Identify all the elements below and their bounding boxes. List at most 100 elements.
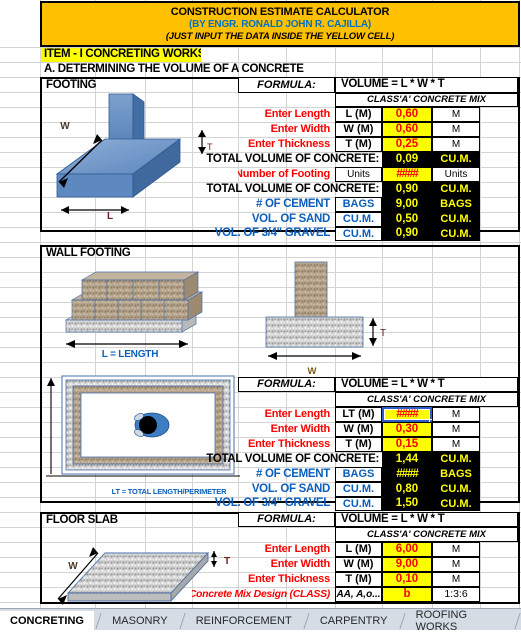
sheet-tab-reinforcement[interactable]: REINFORCEMENT <box>185 611 302 630</box>
sheet-tab-concreting[interactable]: CONCRETING <box>0 611 94 630</box>
footing-cement-unit: BAGS <box>432 197 480 212</box>
wall-footing-title: WALL FOOTING <box>46 247 131 259</box>
sheet-tab-roofing-works[interactable]: ROOFING WORKS <box>405 609 513 633</box>
wall-footing-cement-value: #### <box>382 467 432 482</box>
wall-footing-sand-symbol: CU.M. <box>335 482 382 497</box>
footing-total-volume-unit-2: CU.M. <box>432 182 480 197</box>
floor-slab-mix-ratio: 1:3:6 <box>432 587 480 602</box>
wall-footing-class-mix: CLASS'A' CONCRETE MIX <box>335 392 518 407</box>
footing-enter-width-label: Enter Width <box>270 123 331 135</box>
wall-footing-gravel-symbol: CU.M. <box>335 497 382 511</box>
wall-footing-width-input[interactable]: 0,30 <box>382 422 432 437</box>
wall-footing-thickness-unit: M <box>432 437 480 452</box>
footing-thickness-symbol: T (M) <box>335 137 382 152</box>
floor-slab-title: FLOOR SLAB <box>46 514 118 526</box>
tab-separator <box>94 611 102 630</box>
svg-text:T: T <box>207 142 213 152</box>
wall-footing-total-volume-label: TOTAL VOLUME OF CONCRETE: <box>206 452 379 465</box>
footing-gravel-label: VOL. OF 3/4" GRAVEL <box>214 227 331 240</box>
wall-footing-length-symbol: LT (M) <box>335 407 382 422</box>
floor-slab-mix-design-label: Concrete Mix Design (CLASS) <box>192 588 330 601</box>
tab-separator <box>513 611 521 630</box>
item-header: ITEM - I CONCRETING WORKS <box>41 48 201 62</box>
svg-text:T: T <box>380 328 386 339</box>
footing-length-input[interactable]: 0,60 <box>382 107 432 122</box>
wall-footing-thickness-input[interactable]: 0,15 <box>382 437 432 452</box>
floor-slab-enter-length-label: Enter Length <box>264 543 331 555</box>
tab-separator <box>302 611 310 630</box>
footing-total-volume-unit-1: CU.M. <box>432 152 480 167</box>
wall-footing-sand-label: VOL. OF SAND <box>251 482 330 495</box>
floor-slab-width-symbol: W (M) <box>335 557 382 572</box>
wall-footing-plan-vertical-dimension <box>44 374 58 478</box>
wall-footing-sand-value: 0,80 <box>382 482 432 497</box>
floor-slab-thickness-symbol: T (M) <box>335 572 382 587</box>
wall-footing-volume-formula: VOLUME = L * W * T <box>335 377 518 392</box>
footing-sand-unit: CU.M. <box>432 212 480 227</box>
sheet-tab-label: MASONRY <box>112 614 168 627</box>
wall-footing-length-input[interactable]: #### <box>382 407 432 422</box>
floor-slab-mix-classes: AA, A,o... <box>335 587 382 602</box>
wall-footing-gravel-unit: CU.M. <box>432 497 480 511</box>
floor-slab-mix-input[interactable]: b <box>382 587 432 602</box>
floor-slab-formula-label: FORMULA: <box>238 512 335 527</box>
wall-footing-total-volume-unit: CU.M. <box>432 452 480 467</box>
footing-sand-value: 0,50 <box>382 212 432 227</box>
wall-footing-enter-width-label: Enter Width <box>270 423 331 435</box>
chb-wall-isometric-drawing <box>62 268 212 340</box>
footing-total-volume-label-1: TOTAL VOLUME OF CONCRETE: <box>206 152 379 165</box>
footing-width-input[interactable]: 0,60 <box>382 122 432 137</box>
footing-total-volume-label-2: TOTAL VOLUME OF CONCRETE: <box>206 182 379 195</box>
footing-count-unit: Units <box>432 167 480 182</box>
footing-formula-label: FORMULA: <box>238 77 335 93</box>
footing-sand-symbol: CU.M. <box>335 212 382 227</box>
wall-footing-lt-note: LT = TOTAL LENGTH/PERIMETER <box>111 486 227 496</box>
footing-cement-label: # OF CEMENT <box>255 197 330 210</box>
wall-footing-enter-length-label: Enter Length <box>264 408 331 420</box>
footing-gravel-value: 0,90 <box>382 227 432 241</box>
wall-footing-cross-section-drawing: T <box>265 258 395 370</box>
footing-count-label: Number of Footing <box>238 168 330 180</box>
wall-footing-gravel-value: 1,50 <box>382 497 432 511</box>
sheet-tab-bar[interactable]: CONCRETING MASONRY REINFORCEMENT CARPENT… <box>0 608 521 633</box>
sheet-tab-masonry[interactable]: MASONRY <box>102 611 178 630</box>
floor-slab-width-input[interactable]: 9,00 <box>382 557 432 572</box>
floor-slab-length-unit: M <box>432 542 480 557</box>
wall-footing-gravel-label: VOL. OF 3/4" GRAVEL <box>214 497 331 510</box>
footing-total-volume-value-2: 0,90 <box>382 182 432 197</box>
sheet-tab-label: CARPENTRY <box>319 614 388 627</box>
wall-footing-sand-unit: CU.M. <box>432 482 480 497</box>
floor-slab-class-mix: CLASS'A' CONCRETE MIX <box>335 527 518 542</box>
footing-title: FOOTING <box>46 79 97 91</box>
footing-thickness-input[interactable]: 0,25 <box>382 137 432 152</box>
floor-slab-w-label: W <box>68 561 78 572</box>
floor-slab-t-label: T <box>223 556 231 567</box>
banner-line-2: (BY ENGR. RONALD JOHN R. CAJILLA) <box>188 18 372 30</box>
footing-l-label: L <box>106 211 114 222</box>
floor-slab-thickness-unit: M <box>432 572 480 587</box>
floor-slab-thickness-input[interactable]: 0,10 <box>382 572 432 587</box>
footing-count-input[interactable]: #### <box>382 167 432 182</box>
footing-gravel-symbol: CU.M. <box>335 227 382 241</box>
wall-footing-cement-symbol: BAGS <box>335 467 382 482</box>
footing-width-symbol: W (M) <box>335 122 382 137</box>
floor-slab-length-symbol: L (M) <box>335 542 382 557</box>
wall-footing-total-volume-value: 1,44 <box>382 452 432 467</box>
sheet-tab-label: CONCRETING <box>10 614 84 627</box>
wall-footing-width-symbol: W (M) <box>335 422 382 437</box>
banner-line-1: CONSTRUCTION ESTIMATE CALCULATOR <box>170 6 390 19</box>
footing-length-symbol: L (M) <box>335 107 382 122</box>
footing-count-symbol: Units <box>335 167 382 182</box>
sheet-tab-carpentry[interactable]: CARPENTRY <box>309 611 398 630</box>
footing-total-volume-value-1: 0,09 <box>382 152 432 167</box>
floor-slab-length-input[interactable]: 6,00 <box>382 542 432 557</box>
wall-footing-cement-label: # OF CEMENT <box>255 467 330 480</box>
wall-footing-plan-horizontal-dimension <box>44 472 242 482</box>
floor-slab-enter-width-label: Enter Width <box>270 558 331 570</box>
spreadsheet-grid[interactable]: CONSTRUCTION ESTIMATE CALCULATOR (BY ENG… <box>0 0 521 608</box>
footing-cement-symbol: BAGS <box>335 197 382 212</box>
footing-enter-length-label: Enter Length <box>264 108 331 120</box>
wall-footing-length-unit: M <box>432 407 480 422</box>
footing-class-mix: CLASS'A' CONCRETE MIX <box>335 93 518 107</box>
footing-isometric-drawing <box>47 92 197 227</box>
